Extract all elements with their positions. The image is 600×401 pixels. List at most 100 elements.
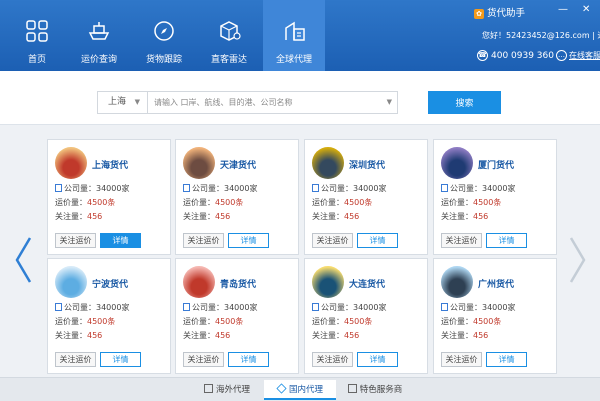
city-value: 上海 bbox=[108, 97, 127, 107]
follow-freight-button[interactable]: 关注运价 bbox=[312, 233, 353, 248]
company-count-row: 公司量：34000家 bbox=[55, 183, 129, 194]
next-arrow-icon[interactable] bbox=[569, 236, 587, 284]
follow-freight-button[interactable]: 关注运价 bbox=[183, 352, 224, 367]
app-logo-icon: ✿ bbox=[474, 8, 484, 19]
freight-count: 4500条 bbox=[87, 317, 116, 326]
detail-button[interactable]: 详情 bbox=[228, 352, 269, 367]
user-info: 您好！52423452@126.com | 退出 bbox=[482, 30, 600, 41]
company-count-row: 公司量：34000家 bbox=[183, 183, 257, 194]
freight-label: 运价量： bbox=[55, 317, 87, 326]
city-photo bbox=[441, 147, 473, 179]
search-dropdown-icon[interactable]: ▼ bbox=[387, 92, 392, 113]
prev-arrow-icon[interactable] bbox=[14, 236, 32, 284]
ship-icon bbox=[88, 22, 110, 40]
follow-freight-button[interactable]: 关注运价 bbox=[312, 352, 353, 367]
nav-global-agent-label: 全球代理 bbox=[275, 55, 312, 65]
tab-special-service[interactable]: 特色服务商 bbox=[338, 380, 412, 400]
search-input[interactable] bbox=[147, 92, 387, 113]
document-icon bbox=[441, 303, 448, 311]
company-count-row: 公司量：34000家 bbox=[312, 183, 386, 194]
city-photo bbox=[55, 147, 87, 179]
nav-freight-query-label: 运价查询 bbox=[80, 55, 117, 65]
tab-overseas-agent-label: 海外代理 bbox=[215, 385, 250, 395]
followers-label: 关注量： bbox=[441, 331, 473, 340]
nav-freight-query[interactable]: 运价查询 bbox=[68, 0, 130, 71]
followers-count-row: 关注量：456 bbox=[183, 330, 230, 341]
detail-button[interactable]: 详情 bbox=[486, 352, 527, 367]
document-icon bbox=[203, 384, 213, 393]
city-select[interactable]: 上海 ▼ bbox=[98, 92, 146, 113]
tab-domestic-agent[interactable]: 国内代理 bbox=[264, 380, 336, 400]
document-icon bbox=[183, 184, 190, 192]
follow-freight-button[interactable]: 关注运价 bbox=[441, 233, 482, 248]
card-title: 大连货代 bbox=[349, 280, 386, 290]
tab-special-service-label: 特色服务商 bbox=[359, 385, 403, 395]
freight-count-row: 运价量：4500条 bbox=[183, 197, 243, 208]
followers-count: 456 bbox=[344, 212, 360, 221]
agent-card: 宁波货代 公司量：34000家 运价量：4500条 关注量：456 关注运价 详情 bbox=[47, 258, 171, 374]
followers-label: 关注量： bbox=[183, 331, 215, 340]
company-label: 公司量： bbox=[321, 184, 353, 193]
detail-button[interactable]: 详情 bbox=[228, 233, 269, 248]
freight-count-row: 运价量：4500条 bbox=[55, 316, 115, 327]
detail-button[interactable]: 详情 bbox=[100, 352, 141, 367]
bottom-tab-bar: 海外代理 国内代理 特色服务商 bbox=[0, 377, 600, 401]
freight-label: 运价量： bbox=[183, 198, 215, 207]
followers-label: 关注量： bbox=[312, 331, 344, 340]
follow-freight-button[interactable]: 关注运价 bbox=[55, 233, 96, 248]
separator: | bbox=[592, 31, 595, 40]
followers-count: 456 bbox=[215, 212, 231, 221]
follow-freight-button[interactable]: 关注运价 bbox=[183, 233, 224, 248]
freight-count: 4500条 bbox=[215, 317, 244, 326]
detail-button[interactable]: 详情 bbox=[486, 233, 527, 248]
online-service-link[interactable]: … 在线客服 bbox=[556, 50, 600, 61]
freight-count: 4500条 bbox=[344, 317, 373, 326]
card-title: 天津货代 bbox=[220, 161, 257, 171]
box-gear-icon bbox=[220, 21, 241, 41]
company-count: 34000家 bbox=[96, 184, 130, 193]
phone-number: 400 0939 360 bbox=[491, 51, 554, 61]
freight-label: 运价量： bbox=[312, 198, 344, 207]
grid-icon bbox=[26, 20, 48, 42]
company-count: 34000家 bbox=[482, 303, 516, 312]
nav-cargo-tracking[interactable]: 货物跟踪 bbox=[133, 0, 195, 71]
company-label: 公司量： bbox=[192, 184, 224, 193]
nav-home[interactable]: 首页 bbox=[6, 0, 68, 71]
phone-icon: ☎ bbox=[477, 50, 488, 61]
followers-count: 456 bbox=[87, 331, 103, 340]
hotline: ☎ 400 0939 360 bbox=[477, 50, 554, 61]
followers-count-row: 关注量：456 bbox=[441, 211, 488, 222]
company-count: 34000家 bbox=[353, 303, 387, 312]
tab-overseas-agent[interactable]: 海外代理 bbox=[191, 380, 263, 400]
document-icon bbox=[55, 184, 62, 192]
document-icon bbox=[55, 303, 62, 311]
city-photo bbox=[312, 147, 344, 179]
freight-count-row: 运价量：4500条 bbox=[312, 197, 372, 208]
agent-card: 上海货代 公司量：34000家 运价量：4500条 关注量：456 关注运价 详情 bbox=[47, 139, 171, 255]
agent-card: 广州货代 公司量：34000家 运价量：4500条 关注量：456 关注运价 详情 bbox=[433, 258, 557, 374]
company-label: 公司量： bbox=[450, 184, 482, 193]
card-title: 青岛货代 bbox=[220, 280, 257, 290]
followers-count-row: 关注量：456 bbox=[441, 330, 488, 341]
detail-button[interactable]: 详情 bbox=[357, 352, 398, 367]
followers-label: 关注量： bbox=[183, 212, 215, 221]
search-button[interactable]: 搜索 bbox=[428, 91, 501, 114]
follow-freight-button[interactable]: 关注运价 bbox=[441, 352, 482, 367]
followers-count-row: 关注量：456 bbox=[183, 211, 230, 222]
minimize-icon[interactable]: — bbox=[558, 4, 568, 15]
freight-count: 4500条 bbox=[473, 317, 502, 326]
nav-client-radar[interactable]: 直客雷达 bbox=[198, 0, 260, 71]
followers-count-row: 关注量：456 bbox=[55, 211, 102, 222]
detail-button[interactable]: 详情 bbox=[357, 233, 398, 248]
online-service-label: 在线客服 bbox=[569, 51, 600, 60]
nav-global-agent[interactable]: 全球代理 bbox=[263, 0, 325, 71]
company-count-row: 公司量：34000家 bbox=[183, 302, 257, 313]
card-title: 广州货代 bbox=[478, 280, 515, 290]
city-photo bbox=[441, 266, 473, 298]
close-icon[interactable]: ✕ bbox=[582, 4, 590, 15]
follow-freight-button[interactable]: 关注运价 bbox=[55, 352, 96, 367]
detail-button[interactable]: 详情 bbox=[100, 233, 141, 248]
greeting-text: 您好！52423452@126.com bbox=[482, 31, 590, 40]
card-title: 深圳货代 bbox=[349, 161, 386, 171]
company-label: 公司量： bbox=[64, 184, 96, 193]
